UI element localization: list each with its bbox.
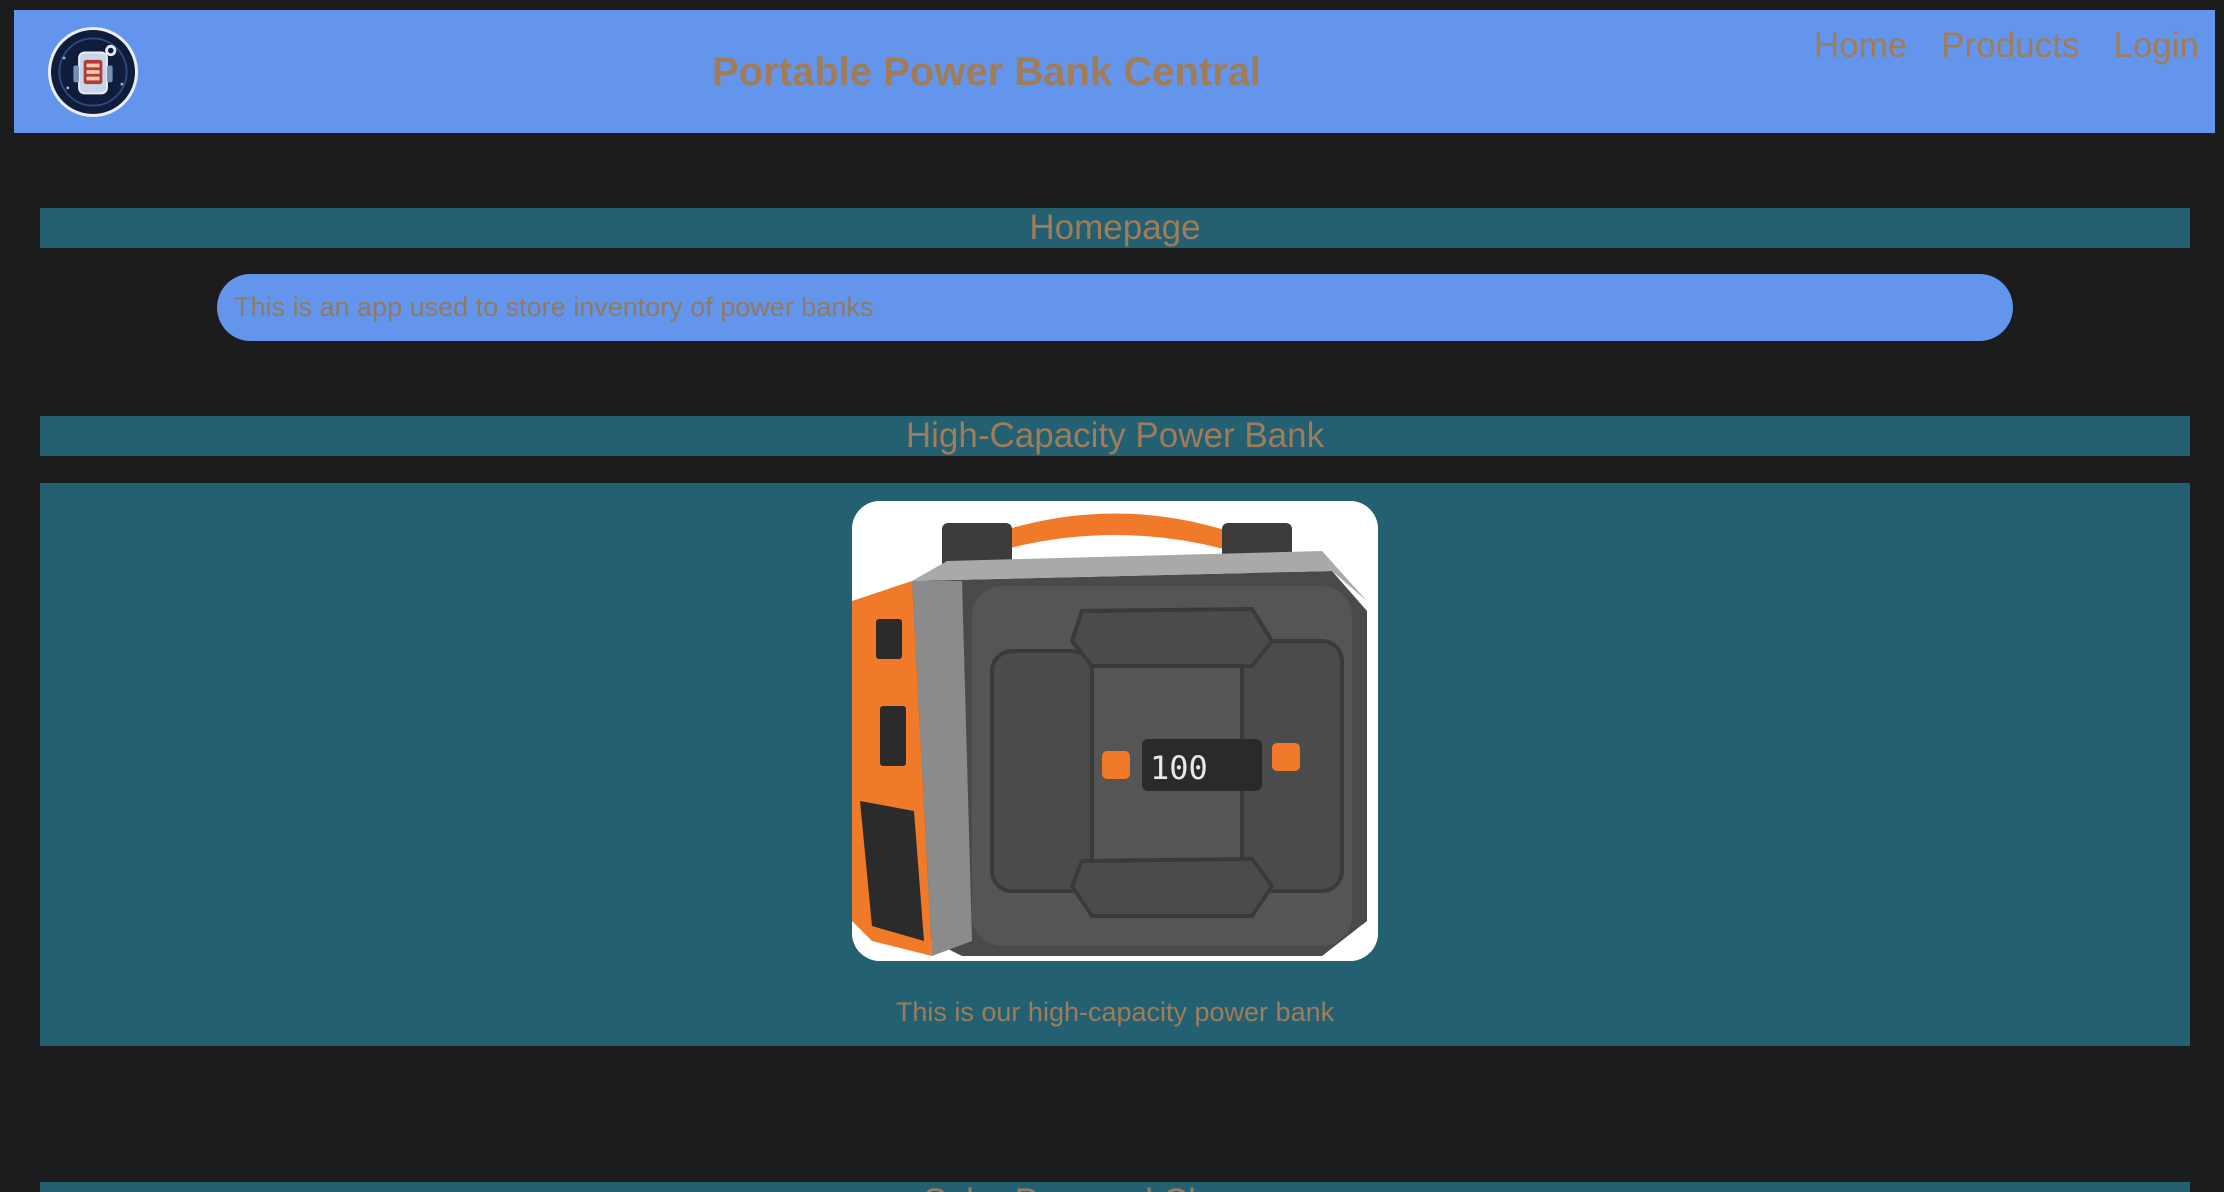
nav-home-link[interactable]: Home: [1814, 26, 1907, 66]
site-header: Portable Power Bank Central Home Product…: [14, 10, 2215, 133]
main-nav: Home Products Login: [1814, 26, 2199, 66]
product-heading: High-Capacity Power Bank: [40, 416, 2190, 456]
product-card: 100 This is our high-capacity power bank: [40, 483, 2190, 1046]
product-caption: This is our high-capacity power bank: [895, 997, 1335, 1027]
nav-login-link[interactable]: Login: [2113, 26, 2199, 66]
homepage-description: This is an app used to store inventory o…: [217, 274, 2013, 341]
site-title: Portable Power Bank Central: [711, 50, 1262, 94]
homepage-heading: Homepage: [40, 208, 2190, 248]
solar-chargers-heading: Solar Powered Chargers: [40, 1182, 2190, 1192]
portable-power-station-image[interactable]: 100: [852, 501, 1378, 961]
nav-products-link[interactable]: Products: [1941, 26, 2079, 66]
svg-text:100: 100: [1150, 749, 1208, 787]
